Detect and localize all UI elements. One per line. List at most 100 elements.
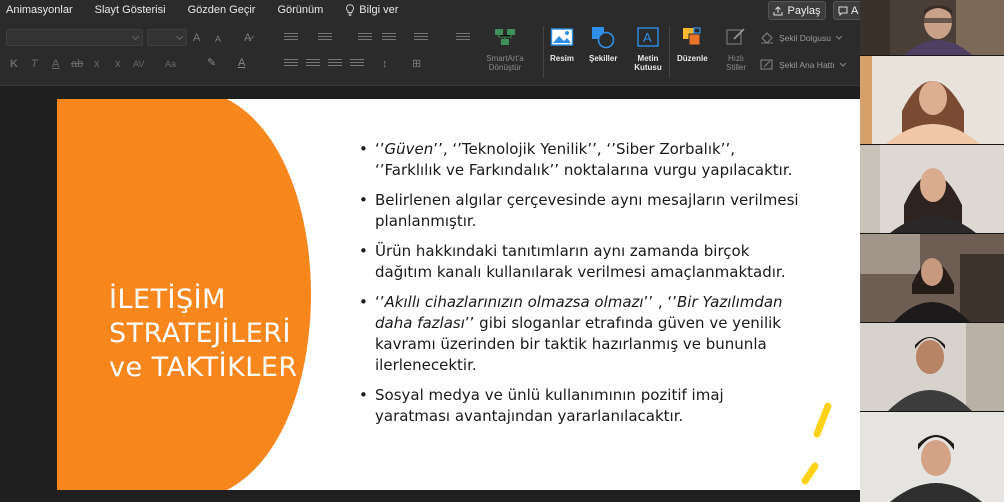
subscript-icon[interactable]: x — [115, 57, 121, 71]
font-size-select[interactable] — [147, 29, 187, 46]
tab-view[interactable]: Görünüm — [266, 4, 334, 16]
shape-outline-button[interactable]: Şekil Ana Hattı — [760, 59, 846, 71]
italic-icon[interactable]: T — [31, 57, 38, 71]
shape-fill-label: Şekil Dolgusu — [779, 33, 831, 43]
bullet-text: Ürün hakkındaki tanıtımların aynı zamand… — [375, 242, 786, 281]
insert-picture-button[interactable]: Resim — [549, 24, 575, 63]
columns-icon[interactable] — [456, 33, 470, 42]
video-tile[interactable] — [860, 0, 1004, 55]
textbox-icon: A — [637, 27, 659, 47]
bullet-text: Belirlenen algılar çerçevesinde aynı mes… — [375, 191, 799, 230]
ribbon-tabs: Animasyonlar Slayt Gösterisi Gözden Geçi… — [0, 0, 409, 20]
insert-textbox-button[interactable]: A Metin Kutusu — [628, 24, 668, 72]
comments-button[interactable]: A — [833, 1, 863, 20]
slide-title-line: İLETİŞİM — [109, 284, 226, 315]
shapes-icon — [592, 27, 615, 49]
bullet-item: ‘’Güven’’, ‘’Teknolojik Yenilik’’, ‘’Sib… — [359, 139, 799, 181]
bold-icon[interactable]: K — [10, 57, 18, 71]
align-text-icon[interactable]: ⊞ — [412, 57, 421, 71]
strikethrough-icon[interactable]: ab — [71, 57, 83, 71]
arrange-button[interactable]: Düzenle — [677, 24, 708, 63]
video-participants-panel — [860, 0, 1004, 502]
video-tile[interactable] — [860, 412, 1004, 502]
font-name-select[interactable] — [6, 29, 143, 46]
ribbon: Animasyonlar Slayt Gösterisi Gözden Geçi… — [0, 0, 863, 86]
yellow-stroke-2 — [801, 462, 819, 485]
align-left-icon[interactable] — [284, 59, 298, 68]
arrange-icon — [683, 27, 701, 46]
highlight-icon[interactable]: ✎ — [207, 56, 216, 70]
underline-icon[interactable]: A — [52, 57, 59, 71]
yellow-stroke-1 — [813, 402, 832, 438]
align-center-icon[interactable] — [306, 59, 320, 68]
bullet-text-italic: Güven — [384, 140, 434, 158]
bullet-item: Belirlenen algılar çerçevesinde aynı mes… — [359, 190, 799, 232]
insert-shapes-button[interactable]: Şekiller — [589, 24, 617, 63]
picture-label: Resim — [549, 54, 574, 63]
char-spacing-icon[interactable]: AV — [133, 57, 144, 71]
line-spacing-icon[interactable] — [414, 33, 428, 42]
grow-font-icon[interactable]: A — [193, 31, 200, 45]
picture-icon — [550, 28, 574, 46]
change-case-icon[interactable]: Aa — [165, 57, 176, 71]
bullet-text-italic: Akıllı cihazlarınızın olmazsa olmazı — [384, 293, 644, 311]
tab-slideshow[interactable]: Slayt Gösterisi — [84, 4, 177, 16]
bullet-list[interactable]: ‘’Güven’’, ‘’Teknolojik Yenilik’’, ‘’Sib… — [359, 139, 799, 436]
align-right-icon[interactable] — [328, 59, 342, 68]
svg-text:A: A — [643, 30, 652, 45]
slide-title-line: ve TAKTİKLER — [109, 352, 298, 383]
shrink-font-icon[interactable]: A — [215, 32, 221, 46]
participant-video — [860, 145, 1004, 233]
comment-icon — [838, 6, 848, 16]
quick-styles-button[interactable]: Hızlı Stiller — [721, 24, 751, 72]
shape-fill-button[interactable]: Şekil Dolgusu — [760, 32, 842, 44]
bullet-item: Ürün hakkındaki tanıtımların aynı zamand… — [359, 241, 799, 283]
increase-indent-icon[interactable] — [382, 33, 396, 42]
convert-to-smartart-button[interactable]: SmartArt'a Dönüştür — [480, 24, 530, 72]
participant-video — [860, 323, 1004, 411]
bullet-text: ‘’ — [375, 140, 385, 158]
font-color-icon[interactable]: A — [238, 56, 245, 70]
video-tile[interactable] — [860, 56, 1004, 144]
bullet-item: Sosyal medya ve ünlü kullanımının poziti… — [359, 385, 799, 427]
bullet-text: ‘’ — [375, 293, 385, 311]
lightbulb-icon — [346, 4, 355, 16]
share-button[interactable]: Paylaş — [768, 1, 826, 20]
arrange-label: Düzenle — [677, 54, 708, 63]
share-icon — [773, 5, 783, 15]
bullet-item: ‘’Akıllı cihazlarınızın olmazsa olmazı’’… — [359, 292, 799, 376]
slide-title[interactable]: İLETİŞİM STRATEJİLERİ ve TAKTİKLER — [109, 283, 298, 385]
text-direction-icon[interactable]: ↕ — [382, 57, 388, 71]
bullet-text: Sosyal medya ve ünlü kullanımının poziti… — [375, 386, 724, 425]
participant-video — [860, 234, 1004, 322]
numbering-icon[interactable] — [318, 33, 332, 42]
quick-styles-icon — [726, 28, 745, 45]
superscript-icon[interactable]: x — [94, 57, 100, 71]
slide-title-line: STRATEJİLERİ — [109, 318, 291, 349]
tab-animations[interactable]: Animasyonlar — [0, 4, 84, 16]
bullets-icon[interactable] — [284, 33, 298, 42]
bullet-text: ’’, ‘’Teknolojik Yenilik’’, ‘’Siber Zorb… — [375, 140, 793, 179]
video-tile[interactable] — [860, 323, 1004, 411]
justify-icon[interactable] — [350, 59, 364, 68]
bullet-text: ’’ , ‘’ — [643, 293, 677, 311]
participant-video — [860, 56, 1004, 144]
tab-review[interactable]: Gözden Geçir — [177, 4, 267, 16]
ribbon-separator — [543, 26, 544, 78]
participant-video — [860, 412, 1004, 502]
clear-format-icon[interactable]: A̷ — [244, 31, 251, 45]
video-tile[interactable] — [860, 234, 1004, 322]
video-tile[interactable] — [860, 145, 1004, 233]
chevron-down-icon — [835, 36, 842, 40]
tell-me-button[interactable]: Bilgi ver — [334, 4, 409, 16]
share-label: Paylaş — [787, 4, 821, 17]
shape-outline-label: Şekil Ana Hattı — [779, 60, 835, 70]
pen-icon — [760, 59, 773, 70]
chevron-down-icon — [839, 63, 846, 67]
participant-video — [860, 0, 1004, 55]
slide-canvas[interactable]: İLETİŞİM STRATEJİLERİ ve TAKTİKLER ‘’Güv… — [57, 99, 860, 490]
paint-bucket-icon — [761, 32, 773, 44]
decrease-indent-icon[interactable] — [358, 33, 372, 42]
smartart-label: SmartArt'a Dönüştür — [486, 54, 524, 72]
comments-label: A — [851, 4, 859, 17]
